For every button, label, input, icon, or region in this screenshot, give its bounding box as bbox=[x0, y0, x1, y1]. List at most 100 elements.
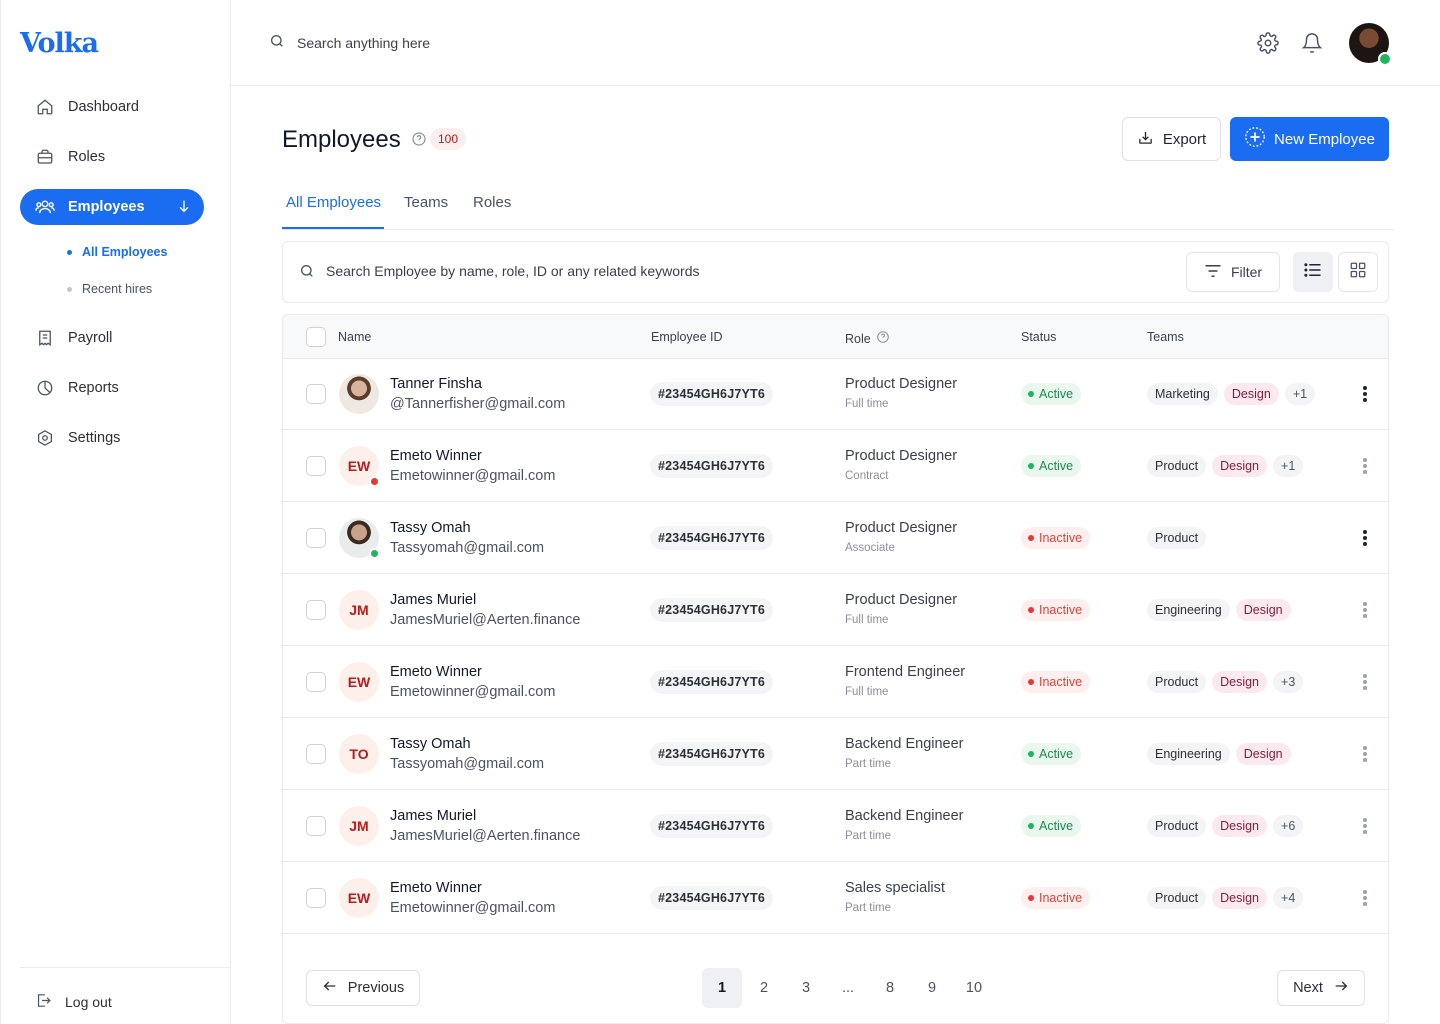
bell-icon[interactable] bbox=[1301, 32, 1323, 54]
team-chip: Product bbox=[1147, 671, 1207, 693]
tab-roles[interactable]: Roles bbox=[473, 194, 511, 211]
team-chip: Design bbox=[1223, 383, 1279, 405]
sidebar-item-reports[interactable]: Reports bbox=[20, 370, 204, 406]
column-header-employee-id[interactable]: Employee ID bbox=[651, 330, 723, 344]
logout-button[interactable]: Log out bbox=[35, 992, 112, 1012]
column-header-role[interactable]: Role bbox=[845, 330, 890, 347]
team-more-chip[interactable]: +6 bbox=[1273, 815, 1304, 837]
sidebar-item-settings[interactable]: Settings bbox=[20, 420, 204, 456]
sidebar-item-dashboard[interactable]: Dashboard bbox=[20, 89, 204, 125]
employee-email: Emetowinner@gmail.com bbox=[390, 684, 556, 700]
team-more-chip[interactable]: +1 bbox=[1284, 383, 1316, 405]
page-button-9[interactable]: 9 bbox=[912, 968, 952, 1008]
more-vertical-icon[interactable] bbox=[1357, 816, 1373, 836]
page-button-8[interactable]: 8 bbox=[870, 968, 910, 1008]
table-row[interactable]: TO Tassy Omah Tassyomah@gmail.com #23454… bbox=[283, 718, 1388, 790]
avatar-initials: EW bbox=[347, 458, 371, 474]
row-checkbox[interactable] bbox=[306, 528, 326, 548]
employee-search-input[interactable]: Search Employee by name, role, ID or any… bbox=[326, 263, 700, 279]
more-vertical-icon[interactable] bbox=[1357, 600, 1373, 620]
table-row[interactable]: JM James Muriel JamesMuriel@Aerten.finan… bbox=[283, 574, 1388, 646]
employee-name: James Muriel bbox=[390, 808, 477, 824]
status-badge: Inactive bbox=[1021, 887, 1091, 909]
tab-teams[interactable]: Teams bbox=[404, 194, 448, 211]
list-view-toggle[interactable] bbox=[1293, 252, 1333, 292]
employee-name: Tassy Omah bbox=[390, 520, 471, 536]
app-logo[interactable]: Volka bbox=[20, 28, 99, 59]
team-chip: Design bbox=[1235, 599, 1291, 621]
more-vertical-icon[interactable] bbox=[1357, 384, 1373, 404]
status-badge: Active bbox=[1021, 815, 1082, 837]
more-vertical-icon[interactable] bbox=[1357, 888, 1373, 908]
receipt-icon bbox=[35, 328, 55, 348]
subnav-all-employees[interactable]: All Employees bbox=[67, 245, 167, 259]
more-vertical-icon[interactable] bbox=[1357, 528, 1373, 548]
global-search[interactable]: Search anything here bbox=[269, 33, 430, 52]
team-chips: Product bbox=[1147, 527, 1207, 549]
team-chips: Marketing Design +1 bbox=[1147, 383, 1316, 405]
filter-button[interactable]: Filter bbox=[1186, 252, 1280, 292]
next-page-button[interactable]: Next bbox=[1277, 970, 1365, 1006]
page-button-10[interactable]: 10 bbox=[954, 968, 994, 1008]
employee-role: Product Designer bbox=[845, 520, 958, 536]
previous-page-button[interactable]: Previous bbox=[306, 970, 420, 1006]
pie-chart-icon bbox=[35, 378, 55, 398]
page-button-3[interactable]: 3 bbox=[786, 968, 826, 1008]
page-button-1[interactable]: 1 bbox=[702, 968, 742, 1008]
sidebar-item-payroll[interactable]: Payroll bbox=[20, 320, 204, 356]
status-badge: Inactive bbox=[1021, 671, 1091, 693]
avatar bbox=[339, 374, 379, 414]
team-chips: Engineering Design bbox=[1147, 743, 1291, 765]
team-more-chip[interactable]: +3 bbox=[1273, 671, 1304, 693]
select-all-checkbox[interactable] bbox=[306, 327, 326, 347]
employee-count-badge: 100 bbox=[430, 128, 467, 150]
row-checkbox[interactable] bbox=[306, 816, 326, 836]
sidebar-item-label: Settings bbox=[68, 430, 121, 446]
team-chip: Design bbox=[1212, 815, 1268, 837]
global-search-input[interactable]: Search anything here bbox=[297, 35, 430, 51]
more-vertical-icon[interactable] bbox=[1357, 744, 1373, 764]
settings-gear-icon[interactable] bbox=[1257, 32, 1279, 54]
team-more-chip[interactable]: +4 bbox=[1273, 887, 1304, 909]
table-row[interactable]: Tanner Finsha @Tannerfisher@gmail.com #2… bbox=[283, 358, 1388, 430]
logout-label: Log out bbox=[65, 994, 112, 1010]
export-button[interactable]: Export bbox=[1122, 117, 1221, 161]
new-employee-button[interactable]: New Employee bbox=[1230, 117, 1389, 161]
row-checkbox[interactable] bbox=[306, 672, 326, 692]
subnav-label: All Employees bbox=[82, 245, 168, 259]
row-checkbox[interactable] bbox=[306, 744, 326, 764]
plus-circle-icon bbox=[1244, 126, 1266, 152]
table-row[interactable]: EW Emeto Winner Emetowinner@gmail.com #2… bbox=[283, 646, 1388, 718]
column-header-status[interactable]: Status bbox=[1021, 330, 1056, 344]
tab-all-employees[interactable]: All Employees bbox=[286, 194, 381, 211]
more-vertical-icon[interactable] bbox=[1357, 672, 1373, 692]
employee-name: Emeto Winner bbox=[390, 880, 482, 896]
team-more-chip[interactable]: +1 bbox=[1273, 455, 1304, 477]
row-checkbox[interactable] bbox=[306, 888, 326, 908]
sidebar-item-employees[interactable]: Employees bbox=[20, 189, 204, 225]
help-circle-icon[interactable] bbox=[411, 131, 427, 152]
table-row[interactable]: JM James Muriel JamesMuriel@Aerten.finan… bbox=[283, 790, 1388, 862]
row-checkbox[interactable] bbox=[306, 600, 326, 620]
employee-role: Backend Engineer bbox=[845, 736, 964, 752]
user-avatar[interactable] bbox=[1349, 23, 1392, 66]
avatar-initials: JM bbox=[349, 818, 369, 834]
help-circle-icon[interactable] bbox=[876, 330, 890, 347]
search-icon bbox=[299, 263, 315, 284]
subnav-recent-hires[interactable]: Recent hires bbox=[67, 282, 152, 296]
row-checkbox[interactable] bbox=[306, 384, 326, 404]
active-tab-indicator bbox=[282, 227, 384, 229]
table-row[interactable]: EW Emeto Winner Emetowinner@gmail.com #2… bbox=[283, 430, 1388, 502]
tab-bar: All Employees Teams Roles bbox=[282, 180, 1394, 230]
employee-email: Tassyomah@gmail.com bbox=[390, 540, 545, 556]
sidebar-item-roles[interactable]: Roles bbox=[20, 139, 204, 175]
table-row[interactable]: EW Emeto Winner Emetowinner@gmail.com #2… bbox=[283, 862, 1388, 934]
row-checkbox[interactable] bbox=[306, 456, 326, 476]
more-vertical-icon[interactable] bbox=[1357, 456, 1373, 476]
page-button-2[interactable]: 2 bbox=[744, 968, 784, 1008]
column-header-name[interactable]: Name bbox=[338, 330, 371, 344]
table-row[interactable]: Tassy Omah Tassyomah@gmail.com #23454GH6… bbox=[283, 502, 1388, 574]
grid-view-toggle[interactable] bbox=[1338, 252, 1378, 292]
previous-label: Previous bbox=[347, 980, 405, 996]
column-header-teams[interactable]: Teams bbox=[1147, 330, 1184, 344]
